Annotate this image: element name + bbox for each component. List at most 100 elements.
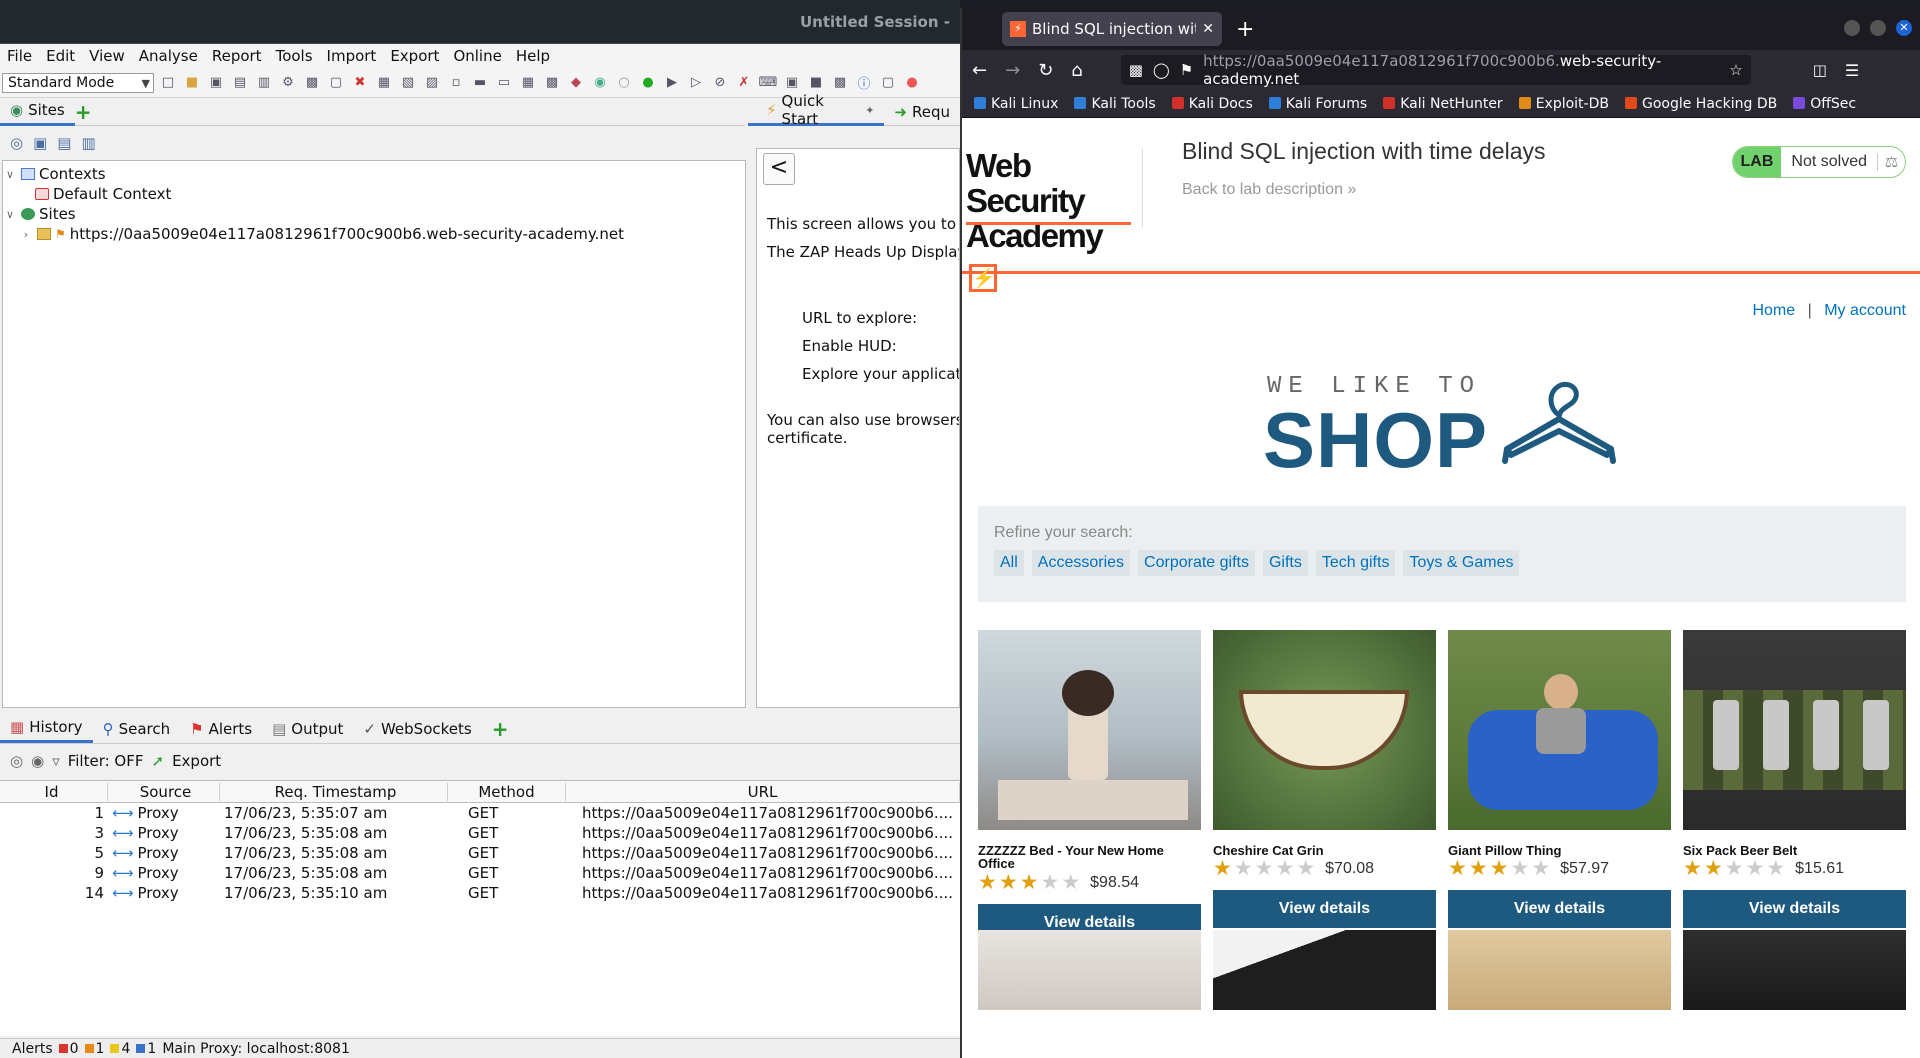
- target-icon[interactable]: ◎: [10, 134, 23, 152]
- firefox-launch-icon[interactable]: ●: [902, 73, 922, 93]
- product-image[interactable]: [1213, 930, 1436, 1010]
- product-image[interactable]: [1213, 630, 1436, 830]
- tab-output[interactable]: ▤ Output: [262, 715, 353, 743]
- add-tab-icon[interactable]: +: [492, 717, 509, 741]
- col-id[interactable]: Id: [0, 782, 108, 801]
- open-session-icon[interactable]: ■: [182, 73, 202, 93]
- forced-icon[interactable]: ■: [806, 73, 826, 93]
- filter-all[interactable]: All: [994, 550, 1024, 576]
- bookmark-exploit-db[interactable]: Exploit-DB: [1518, 96, 1609, 112]
- delete-icon[interactable]: ✖: [350, 73, 370, 93]
- layout-icon[interactable]: ▢: [326, 73, 346, 93]
- gear-icon[interactable]: ⚙: [278, 73, 298, 93]
- product-image[interactable]: [1683, 630, 1906, 830]
- menu-file[interactable]: File: [0, 47, 39, 65]
- tree-site-node[interactable]: › ⚑ https://0aa5009e04e117a0812961f700c9…: [3, 224, 745, 244]
- table-row[interactable]: 14 ⟷ Proxy 17/06/23, 5:35:10 am GET https…: [0, 883, 960, 903]
- expand-icon[interactable]: ▦: [374, 73, 394, 93]
- bookmark-offsec[interactable]: OffSec: [1793, 96, 1856, 112]
- tab-history[interactable]: ▦ History: [0, 715, 93, 743]
- back-arrow-icon[interactable]: ←: [972, 60, 987, 81]
- layout-split-icon[interactable]: ▨: [422, 73, 442, 93]
- tree-default-context[interactable]: Default Context: [3, 184, 745, 204]
- tab-sites[interactable]: ◉ Sites: [0, 98, 75, 126]
- menu-tools[interactable]: Tools: [269, 47, 320, 65]
- tab-websockets[interactable]: ✓ WebSockets: [353, 715, 481, 743]
- url-bar[interactable]: ▩ ◯ ⚑ https://0aa5009e04e117a0812961f700…: [1120, 52, 1751, 88]
- table-row[interactable]: 9 ⟷ Proxy 17/06/23, 5:35:08 am GET https:…: [0, 863, 960, 883]
- bookmark-star-icon[interactable]: ☆: [1729, 61, 1742, 79]
- snapshot-icon[interactable]: ▤: [230, 73, 250, 93]
- import-context-icon[interactable]: ▤: [57, 134, 71, 152]
- properties-icon[interactable]: ▥: [254, 73, 274, 93]
- step-icon[interactable]: ▶: [662, 73, 682, 93]
- layout-tabs-icon[interactable]: ▫: [446, 73, 466, 93]
- add-tab-icon[interactable]: +: [75, 100, 92, 124]
- col-url[interactable]: URL: [566, 782, 960, 801]
- tree-contexts[interactable]: ∨ Contexts: [3, 164, 745, 184]
- play-icon[interactable]: ▷: [686, 73, 706, 93]
- table-row[interactable]: 1 ⟷ Proxy 17/06/23, 5:35:07 am GET https:…: [0, 803, 960, 823]
- reload-icon[interactable]: ↻: [1038, 60, 1053, 81]
- bookmark-kali-linux[interactable]: Kali Linux: [974, 96, 1058, 112]
- web-security-academy-logo[interactable]: Web Security Academy⚡: [966, 148, 1131, 292]
- bookmark-kali-forums[interactable]: Kali Forums: [1268, 96, 1367, 112]
- tree-sites[interactable]: ∨ Sites: [3, 204, 745, 224]
- back-button[interactable]: <: [763, 153, 795, 185]
- menu-report[interactable]: Report: [205, 47, 269, 65]
- mode-select[interactable]: Standard Mode ▼: [2, 72, 154, 93]
- maximize-icon[interactable]: [1870, 20, 1886, 36]
- filter-accessories[interactable]: Accessories: [1031, 550, 1131, 576]
- bookmark-kali-nethunter[interactable]: Kali NetHunter: [1383, 96, 1503, 112]
- chevron-right-icon[interactable]: ›: [19, 228, 33, 241]
- tab-search[interactable]: ⚲ Search: [93, 715, 181, 743]
- menu-view[interactable]: View: [82, 47, 132, 65]
- view-details-button[interactable]: View details: [1213, 890, 1436, 928]
- grid-icon[interactable]: ▩: [542, 73, 562, 93]
- product-image[interactable]: [978, 630, 1201, 830]
- filter-status[interactable]: Filter: OFF: [68, 752, 144, 770]
- export-icon[interactable]: ▩: [302, 73, 322, 93]
- menu-analyse[interactable]: Analyse: [132, 47, 205, 65]
- close-window-icon[interactable]: ✕: [1896, 20, 1912, 36]
- table-icon[interactable]: ▦: [518, 73, 538, 93]
- menu-help[interactable]: Help: [509, 47, 557, 65]
- break-icon[interactable]: ✗: [734, 73, 754, 93]
- col-source[interactable]: Source: [108, 782, 220, 801]
- green-circle-icon[interactable]: ●: [638, 73, 658, 93]
- filter-toys-games[interactable]: Toys & Games: [1403, 550, 1520, 576]
- product-image[interactable]: [1683, 930, 1906, 1010]
- new-context-icon[interactable]: ▣: [33, 134, 47, 152]
- bookmark-google-hacking-db[interactable]: Google Hacking DB: [1624, 96, 1777, 112]
- terminal-icon[interactable]: ▩: [830, 73, 850, 93]
- layout-full-icon[interactable]: ▧: [398, 73, 418, 93]
- tab-alerts[interactable]: ⚑ Alerts: [180, 715, 262, 743]
- col-timestamp[interactable]: Req. Timestamp: [220, 782, 448, 801]
- tab-request[interactable]: ➜ Requ: [884, 98, 960, 126]
- forward-arrow-icon[interactable]: →: [1005, 60, 1020, 81]
- nav-home-link[interactable]: Home: [1752, 302, 1795, 319]
- menu-edit[interactable]: Edit: [39, 47, 82, 65]
- menu-export[interactable]: Export: [383, 47, 446, 65]
- keyboard-icon[interactable]: ⌨: [758, 73, 778, 93]
- bookmark-kali-tools[interactable]: Kali Tools: [1074, 96, 1156, 112]
- product-image[interactable]: [978, 930, 1201, 1010]
- export-context-icon[interactable]: ▥: [81, 134, 95, 152]
- product-image[interactable]: [1448, 630, 1671, 830]
- browser-tab[interactable]: ⚡ Blind SQL injection with ti ✕: [1002, 12, 1222, 46]
- menu-icon[interactable]: ☰: [1845, 61, 1859, 80]
- help-icon[interactable]: ⓘ: [854, 73, 874, 93]
- globe-icon[interactable]: ◉: [590, 73, 610, 93]
- view-details-button[interactable]: View details: [1683, 890, 1906, 928]
- chevron-down-icon[interactable]: ∨: [3, 168, 17, 181]
- minimize-icon[interactable]: [1844, 20, 1860, 36]
- view-details-button[interactable]: View details: [1448, 890, 1671, 928]
- menu-online[interactable]: Online: [446, 47, 508, 65]
- nav-my-account-link[interactable]: My account: [1824, 302, 1906, 319]
- table-row[interactable]: 5 ⟷ Proxy 17/06/23, 5:35:08 am GET https:…: [0, 843, 960, 863]
- stop-icon[interactable]: ⊘: [710, 73, 730, 93]
- col-method[interactable]: Method: [448, 782, 566, 801]
- new-tab-icon[interactable]: +: [1236, 17, 1254, 42]
- filter-corporate-gifts[interactable]: Corporate gifts: [1138, 550, 1255, 576]
- filter-tech-gifts[interactable]: Tech gifts: [1315, 550, 1396, 576]
